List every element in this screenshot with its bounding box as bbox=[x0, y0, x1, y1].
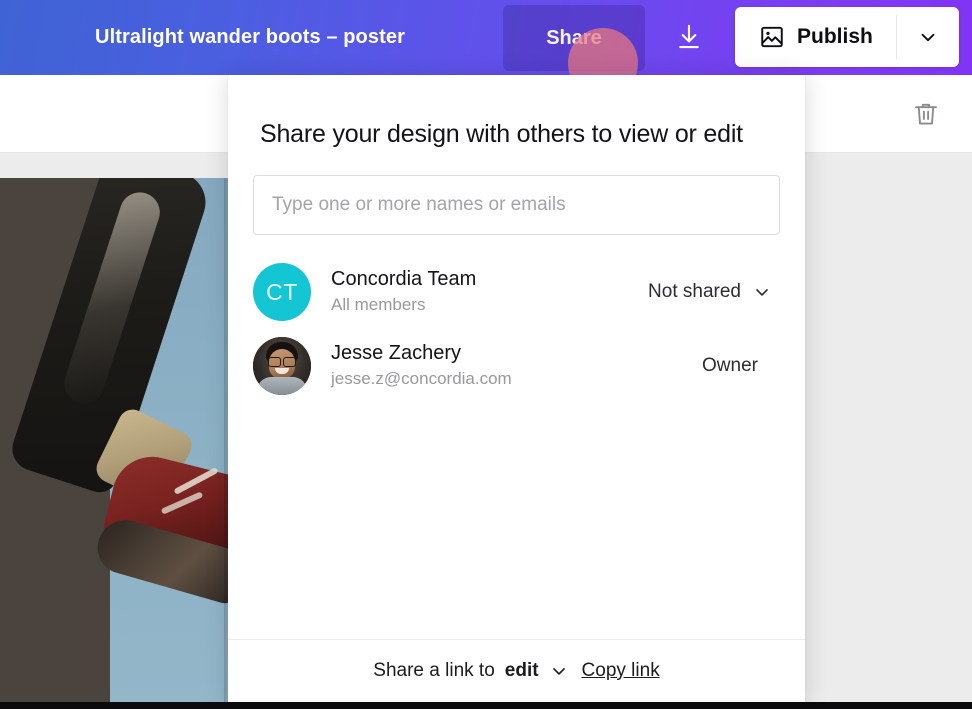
avatar-photo-shirt bbox=[257, 377, 307, 395]
permission-value: Not shared bbox=[648, 281, 741, 302]
permission-dropdown-concordia-team[interactable]: Not shared bbox=[648, 281, 780, 303]
publish-button-label: Publish bbox=[797, 25, 873, 48]
person-name: Concordia Team bbox=[331, 267, 477, 290]
person-email: jesse.z@concordia.com bbox=[331, 369, 512, 389]
share-link-scope-dropdown[interactable]: Share a link to edit bbox=[373, 660, 568, 682]
copy-link-button[interactable]: Copy link bbox=[582, 660, 660, 682]
person-subtitle: All members bbox=[331, 295, 426, 315]
share-dialog-title: Share your design with others to view or… bbox=[260, 120, 743, 148]
permission-label-owner: Owner bbox=[702, 355, 780, 377]
publish-dropdown-button[interactable] bbox=[897, 7, 959, 67]
canvas-top-margin bbox=[0, 153, 228, 178]
trash-icon bbox=[911, 99, 941, 129]
chevron-down-icon bbox=[752, 282, 772, 302]
design-canvas[interactable] bbox=[0, 178, 228, 702]
avatar-initials-text: CT bbox=[266, 278, 298, 305]
share-link-prefix: Share a link to bbox=[373, 660, 495, 681]
delete-button[interactable] bbox=[900, 88, 952, 140]
avatar-photo-glasses bbox=[268, 357, 296, 367]
canva-editor-window: Ultralight wander boots – poster Share P… bbox=[0, 0, 972, 709]
person-name: Jesse Zachery bbox=[331, 341, 462, 364]
share-link-scope-value: edit bbox=[504, 660, 539, 681]
share-button[interactable]: Share bbox=[503, 5, 645, 71]
person-info: Jesse Zachery jesse.z@concordia.com bbox=[331, 341, 702, 392]
download-icon bbox=[674, 22, 704, 52]
list-item: CT Concordia Team All members Not shared bbox=[228, 255, 805, 329]
share-dialog: Share your design with others to view or… bbox=[228, 75, 805, 702]
poster-photo-hiking-boots bbox=[0, 178, 228, 702]
download-button[interactable] bbox=[660, 8, 718, 66]
share-dialog-footer: Share a link to edit Copy link bbox=[228, 639, 805, 702]
design-title[interactable]: Ultralight wander boots – poster bbox=[0, 0, 500, 75]
avatar bbox=[253, 337, 311, 395]
publish-button-group: Publish bbox=[735, 7, 959, 67]
chevron-down-icon bbox=[917, 26, 939, 48]
chevron-down-icon bbox=[549, 661, 569, 681]
list-item: Jesse Zachery jesse.z@concordia.com Owne… bbox=[228, 329, 805, 403]
image-icon bbox=[759, 24, 785, 50]
share-recipients-input[interactable] bbox=[253, 175, 780, 235]
dialog-spacer bbox=[228, 403, 805, 639]
bottom-edge-bar bbox=[0, 702, 972, 709]
permission-value: Owner bbox=[702, 355, 758, 376]
share-button-label: Share bbox=[546, 26, 602, 49]
avatar: CT bbox=[253, 263, 311, 321]
shared-people-list: CT Concordia Team All members Not shared bbox=[228, 255, 805, 403]
person-info: Concordia Team All members bbox=[331, 267, 648, 318]
top-header-bar: Ultralight wander boots – poster Share P… bbox=[0, 0, 972, 75]
publish-button[interactable]: Publish bbox=[735, 7, 896, 67]
